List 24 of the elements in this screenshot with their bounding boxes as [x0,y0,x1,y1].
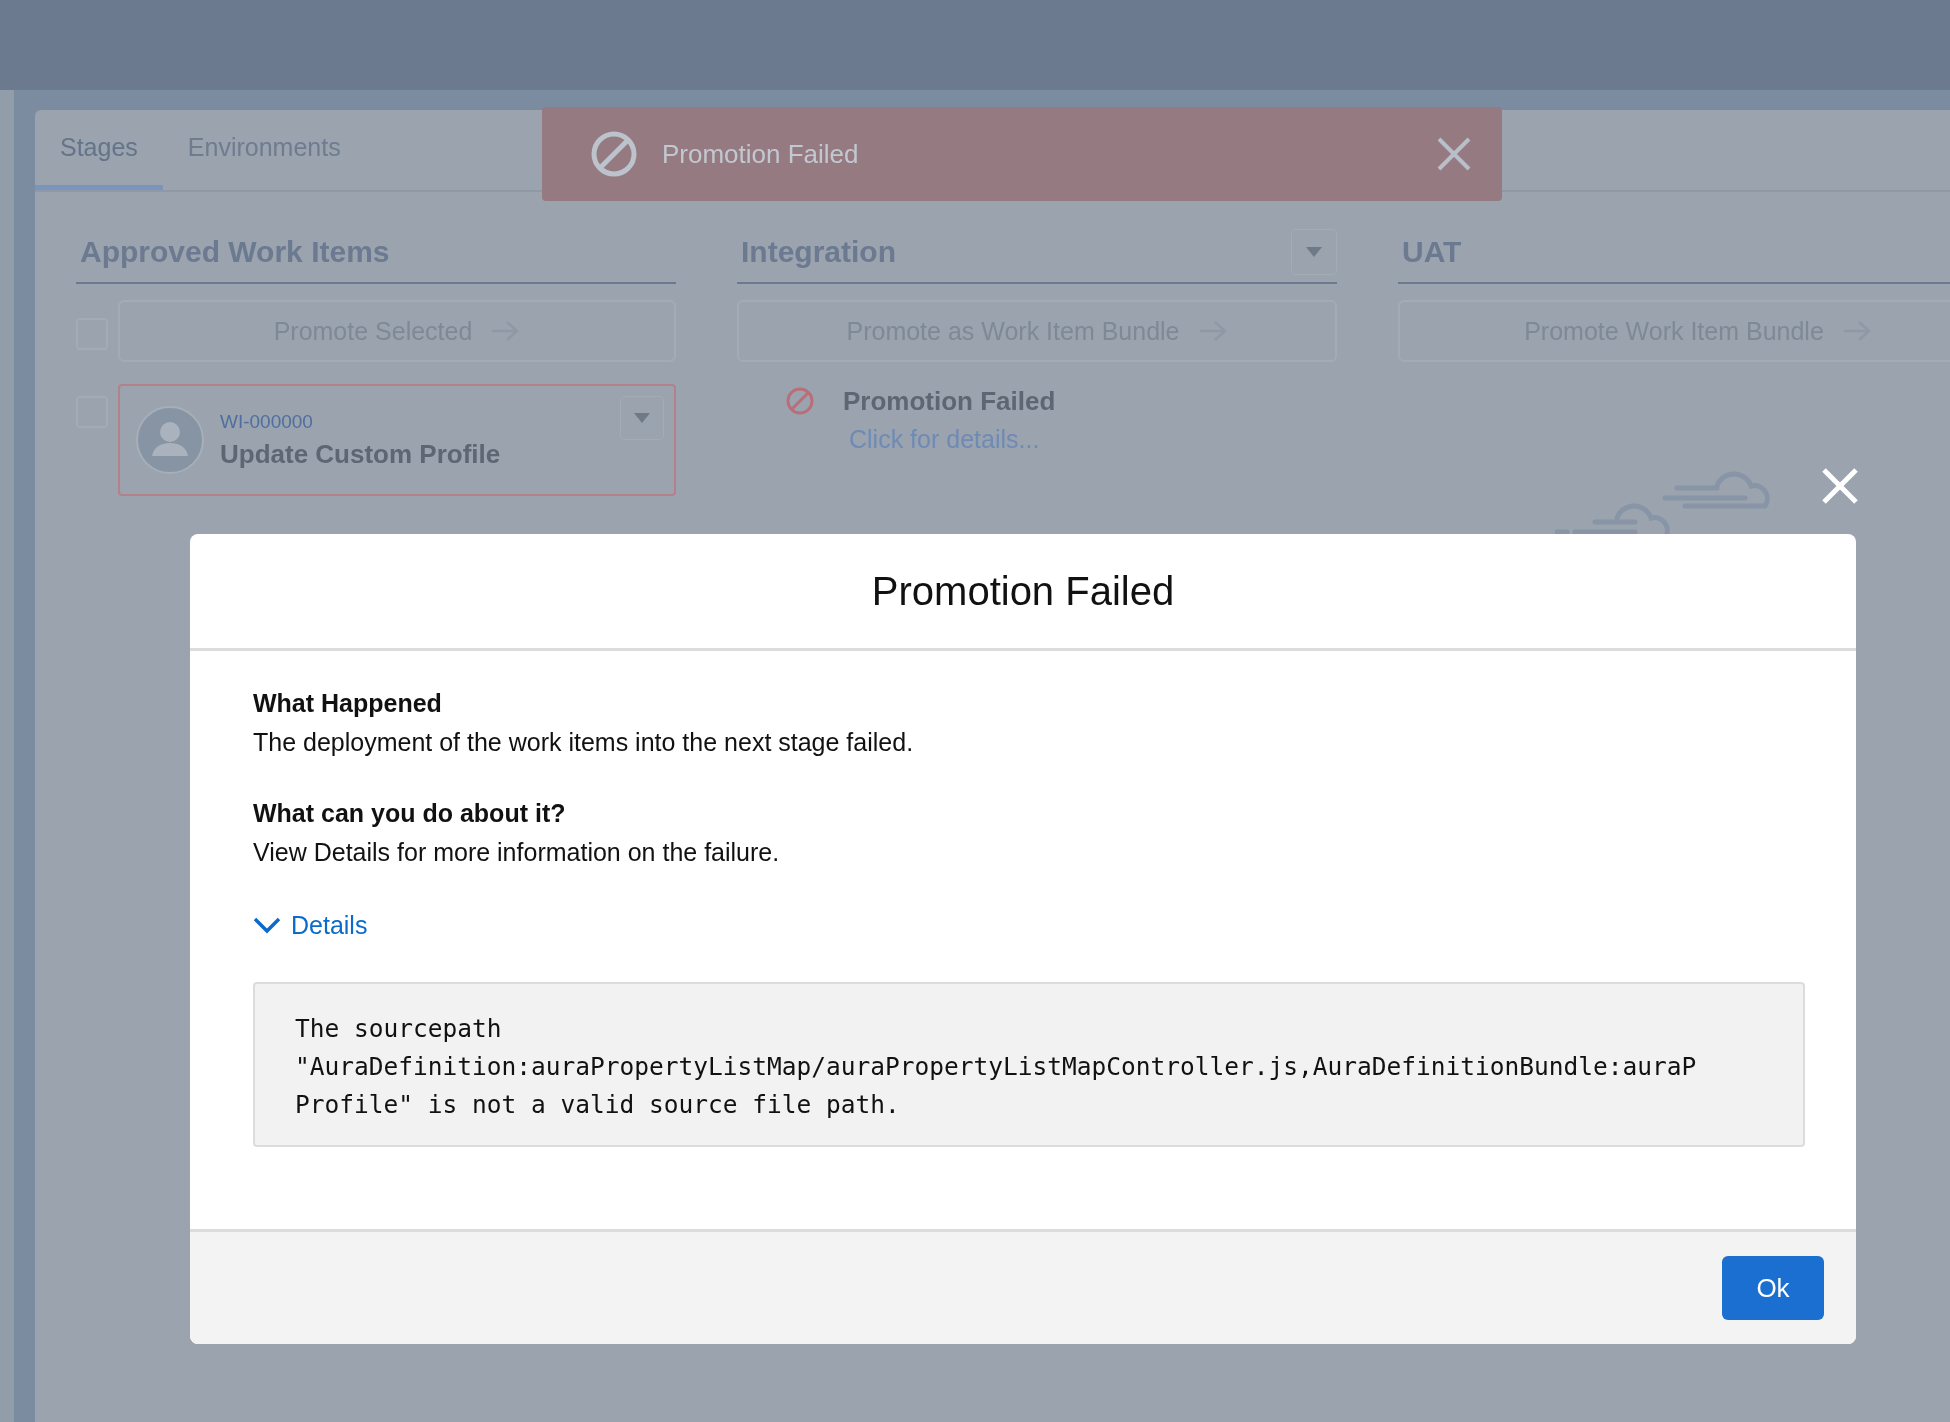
section-heading: What can you do about it? [253,799,567,828]
modal-title: Promotion Failed [871,568,1175,614]
error-icon [785,386,815,416]
work-item-title: Update Custom Profile [220,438,502,470]
chevron-down-icon [253,916,281,935]
error-text: Profile" is not a valid source file path. [295,1090,900,1119]
avatar-icon [136,406,204,474]
dropdown-button[interactable] [620,396,664,440]
toast-title: Promotion Failed [662,138,860,170]
section-text: The deployment of the work items into the next stage failed. [253,728,915,757]
status-title: Promotion Failed [843,386,1056,417]
close-icon[interactable] [1436,136,1472,172]
work-item-id: WI-000000 [220,410,314,433]
section-text: View Details for more information on the failure. [253,838,781,867]
details-toggle[interactable]: Details [253,911,368,940]
ban-icon [590,130,638,178]
error-text: "AuraDefinition:auraPropertyListMap/auraPropertyListMapController.js,AuraDefinitionBundle:auraP [295,1052,1697,1081]
ok-button[interactable]: Ok [1722,1256,1824,1320]
error-text: The sourcepath [295,1014,502,1043]
caret-icon [1305,246,1323,258]
dropdown-button[interactable] [1291,229,1337,275]
work-item-card[interactable]: WI-000000 Update Custom Profile [118,384,676,496]
caret-icon [633,412,651,424]
section-heading: What Happened [253,689,443,718]
